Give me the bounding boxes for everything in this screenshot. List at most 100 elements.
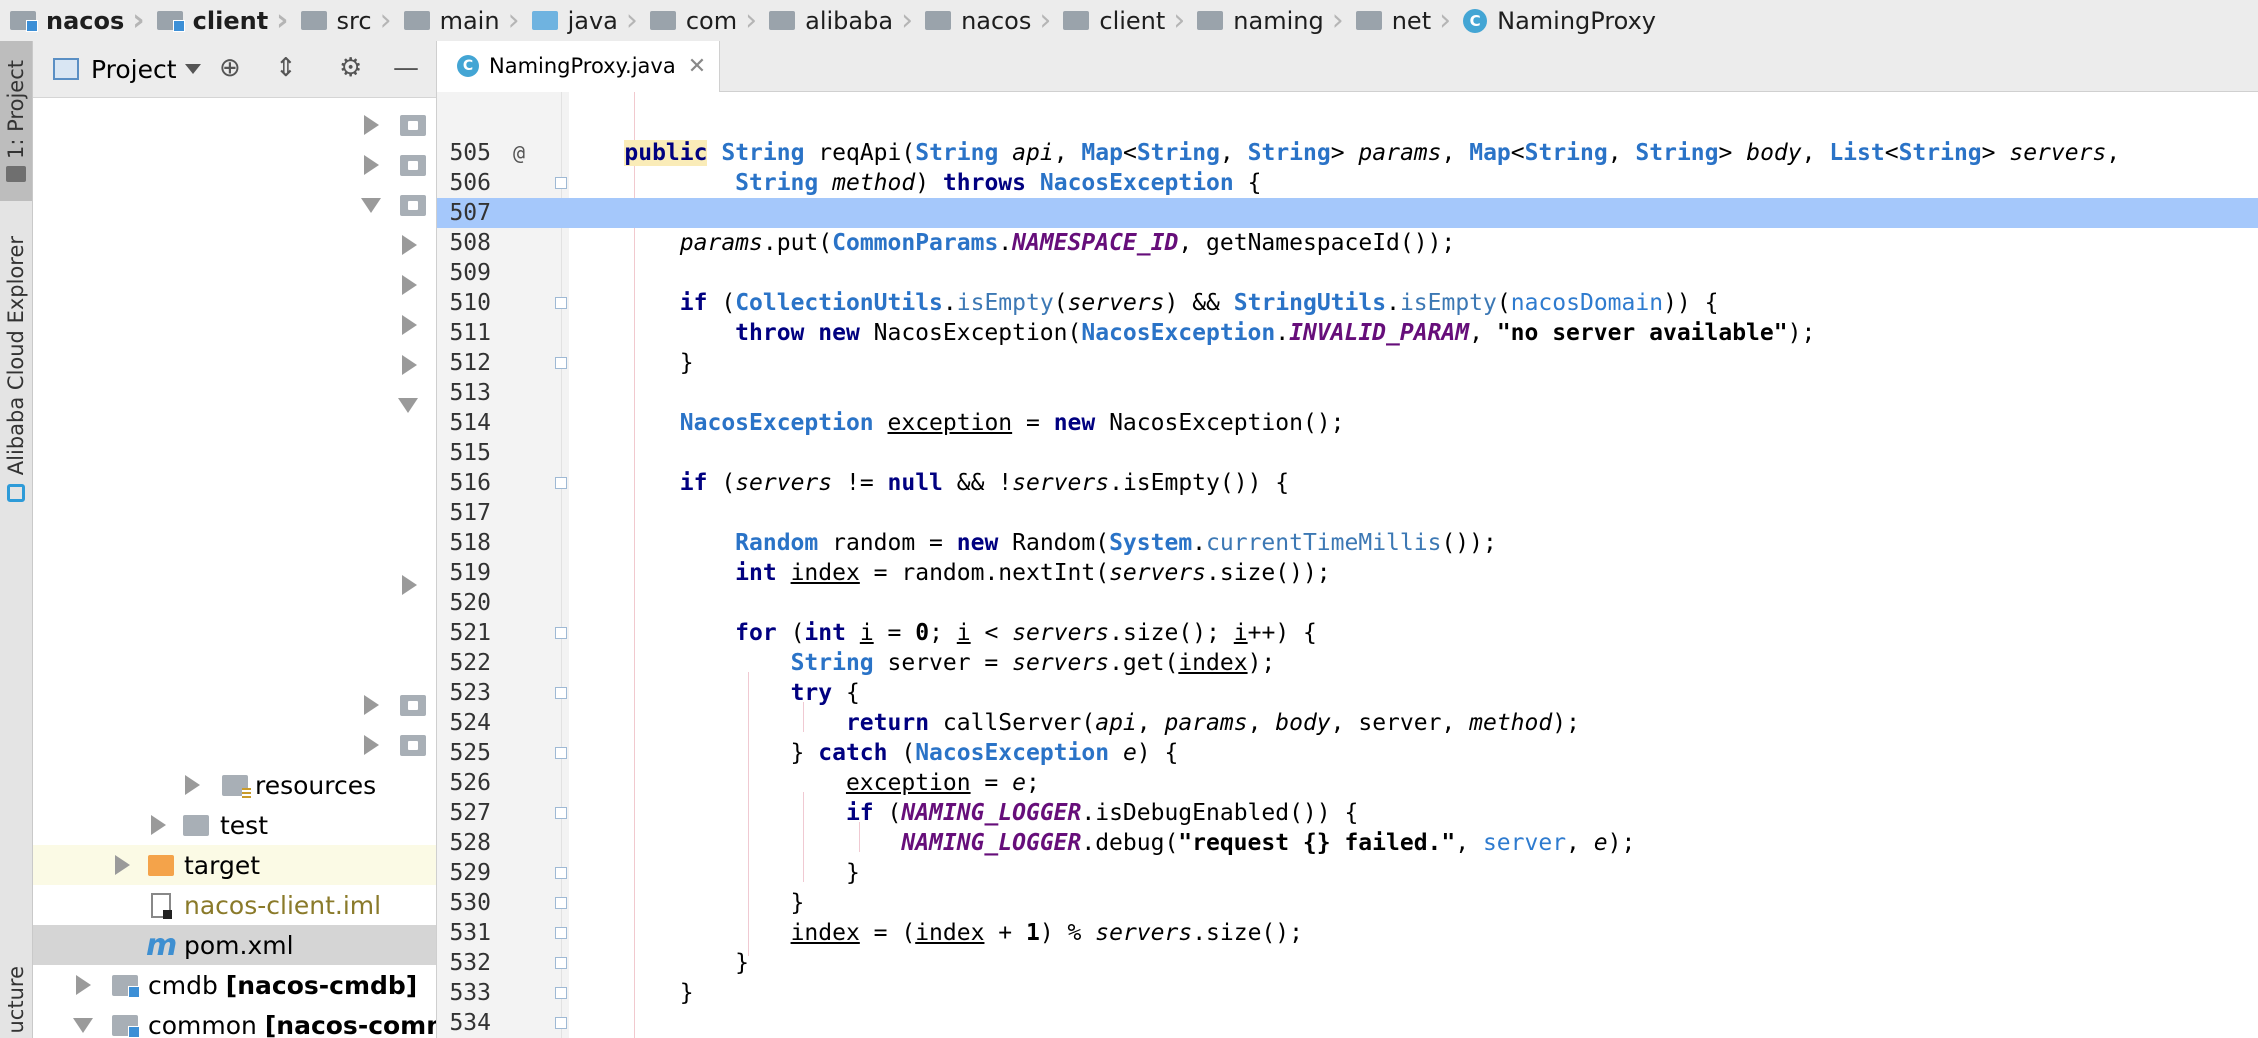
- expand-arrow-icon[interactable]: [185, 775, 200, 795]
- tree-row[interactable]: [33, 565, 436, 605]
- code-line[interactable]: 511 throw new NacosException(NacosExcept…: [437, 318, 2258, 348]
- code-line[interactable]: 517: [437, 498, 2258, 528]
- expand-arrow-icon[interactable]: [402, 235, 417, 255]
- code-line[interactable]: 522 String server = servers.get(index);: [437, 648, 2258, 678]
- project-view-selector[interactable]: Project: [91, 55, 177, 84]
- expand-arrow-icon[interactable]: [364, 115, 379, 135]
- code-line[interactable]: 524 return callServer(api, params, body,…: [437, 708, 2258, 738]
- code-line[interactable]: 526 exception = e;: [437, 768, 2258, 798]
- code-line[interactable]: 520: [437, 588, 2258, 618]
- collapse-arrow-icon[interactable]: [361, 197, 381, 213]
- close-icon[interactable]: ✕: [688, 54, 706, 79]
- fold-marker-icon[interactable]: [555, 1017, 567, 1029]
- tree-row[interactable]: [33, 305, 436, 345]
- code-editor[interactable]: C NamingProxy.java ✕ 505 @ public String …: [437, 41, 2258, 1038]
- collapse-arrow-icon[interactable]: [73, 1017, 93, 1033]
- tree-row[interactable]: [33, 185, 436, 225]
- tree-item-iml[interactable]: nacos-client.iml: [33, 885, 436, 925]
- override-marker-icon[interactable]: @: [513, 138, 525, 168]
- breadcrumb-item[interactable]: com ›: [640, 5, 759, 36]
- tree-row[interactable]: [33, 685, 436, 725]
- fold-marker-icon[interactable]: [555, 627, 567, 639]
- fold-marker-icon[interactable]: [555, 177, 567, 189]
- expand-arrow-icon[interactable]: [76, 975, 91, 995]
- fold-marker-icon[interactable]: [555, 687, 567, 699]
- breadcrumb-item[interactable]: client ›: [147, 5, 291, 36]
- code-line[interactable]: 533 }: [437, 978, 2258, 1008]
- expand-arrow-icon[interactable]: [115, 855, 130, 875]
- code-line[interactable]: 510 if (CollectionUtils.isEmpty(servers)…: [437, 288, 2258, 318]
- code-line[interactable]: 515: [437, 438, 2258, 468]
- tree-row[interactable]: [33, 385, 436, 425]
- fold-marker-icon[interactable]: [555, 477, 567, 489]
- expand-arrow-icon[interactable]: [402, 355, 417, 375]
- chevron-down-icon[interactable]: [184, 64, 201, 74]
- fold-marker-icon[interactable]: [555, 927, 567, 939]
- breadcrumb-item[interactable]: java ›: [522, 5, 640, 36]
- code-line[interactable]: 507: [437, 198, 2258, 228]
- code-line[interactable]: 506 String method) throws NacosException…: [437, 168, 2258, 198]
- code-line[interactable]: 530 }: [437, 888, 2258, 918]
- expand-arrow-icon[interactable]: [364, 695, 379, 715]
- tree-item-common[interactable]: common [nacos-comm: [33, 1005, 436, 1038]
- project-tool-tab[interactable]: 1: Project: [0, 41, 32, 201]
- code-line[interactable]: 523 try {: [437, 678, 2258, 708]
- breadcrumb-item[interactable]: nacos ›: [0, 5, 147, 36]
- tree-row[interactable]: [33, 345, 436, 385]
- collapse-arrow-icon[interactable]: [398, 397, 418, 413]
- breadcrumb-item[interactable]: C NamingProxy: [1453, 7, 1658, 35]
- tree-row[interactable]: [33, 105, 436, 145]
- tree-row[interactable]: [33, 145, 436, 185]
- expand-arrow-icon[interactable]: [364, 155, 379, 175]
- tree-item-test[interactable]: test: [33, 805, 436, 845]
- tree-row[interactable]: [33, 265, 436, 305]
- code-line[interactable]: 509: [437, 258, 2258, 288]
- structure-tool-tab[interactable]: ucture: [0, 961, 32, 1038]
- breadcrumb-item[interactable]: client ›: [1053, 5, 1187, 36]
- expand-arrow-icon[interactable]: [402, 315, 417, 335]
- breadcrumb-item[interactable]: net ›: [1346, 5, 1453, 36]
- code-line[interactable]: 512 }: [437, 348, 2258, 378]
- expand-arrow-icon[interactable]: [151, 815, 166, 835]
- code-line[interactable]: 532 }: [437, 948, 2258, 978]
- breadcrumb-item[interactable]: nacos ›: [915, 5, 1053, 36]
- fold-marker-icon[interactable]: [555, 807, 567, 819]
- code-line[interactable]: 508 params.put(CommonParams.NAMESPACE_ID…: [437, 228, 2258, 258]
- hide-panel-icon[interactable]: —: [393, 55, 419, 81]
- tree-item-resources[interactable]: resources: [33, 765, 436, 805]
- tree-item-cmdb[interactable]: cmdb [nacos-cmdb]: [33, 965, 436, 1005]
- code-line[interactable]: 516 if (servers != null && !servers.isEm…: [437, 468, 2258, 498]
- breadcrumb-item[interactable]: alibaba ›: [759, 5, 915, 36]
- breadcrumb-item[interactable]: src ›: [291, 5, 394, 36]
- expand-arrow-icon[interactable]: [402, 575, 417, 595]
- fold-marker-icon[interactable]: [555, 897, 567, 909]
- code-line[interactable]: 518 Random random = new Random(System.cu…: [437, 528, 2258, 558]
- code-line[interactable]: 505 @ public String reqApi(String api, Ma…: [437, 138, 2258, 168]
- collapse-all-icon[interactable]: ⇕: [275, 55, 297, 81]
- code-line[interactable]: 531 index = (index + 1) % servers.size()…: [437, 918, 2258, 948]
- fold-marker-icon[interactable]: [555, 957, 567, 969]
- tree-item-target[interactable]: target: [33, 845, 436, 885]
- cloud-explorer-tool-tab[interactable]: Alibaba Cloud Explorer: [0, 219, 32, 519]
- code-line[interactable]: 528 NAMING_LOGGER.debug("request {} fail…: [437, 828, 2258, 858]
- fold-marker-icon[interactable]: [555, 867, 567, 879]
- breadcrumb-item[interactable]: main ›: [394, 5, 522, 36]
- breadcrumb-item[interactable]: naming ›: [1187, 5, 1345, 36]
- code-line[interactable]: 534: [437, 1008, 2258, 1038]
- locate-icon[interactable]: ⊕: [219, 55, 241, 81]
- tree-row[interactable]: [33, 725, 436, 765]
- editor-tab-namingproxy[interactable]: C NamingProxy.java ✕: [437, 41, 720, 92]
- expand-arrow-icon[interactable]: [364, 735, 379, 755]
- code-line[interactable]: 529 }: [437, 858, 2258, 888]
- code-line[interactable]: 519 int index = random.nextInt(servers.s…: [437, 558, 2258, 588]
- expand-arrow-icon[interactable]: [402, 275, 417, 295]
- tree-item-pom[interactable]: m pom.xml: [33, 925, 436, 965]
- fold-marker-icon[interactable]: [555, 747, 567, 759]
- code-line[interactable]: 527 if (NAMING_LOGGER.isDebugEnabled()) …: [437, 798, 2258, 828]
- fold-marker-icon[interactable]: [555, 297, 567, 309]
- code-line[interactable]: 521 for (int i = 0; i < servers.size(); …: [437, 618, 2258, 648]
- fold-marker-icon[interactable]: [555, 987, 567, 999]
- code-line[interactable]: 513: [437, 378, 2258, 408]
- code-line[interactable]: 525 } catch (NacosException e) {: [437, 738, 2258, 768]
- fold-marker-icon[interactable]: [555, 357, 567, 369]
